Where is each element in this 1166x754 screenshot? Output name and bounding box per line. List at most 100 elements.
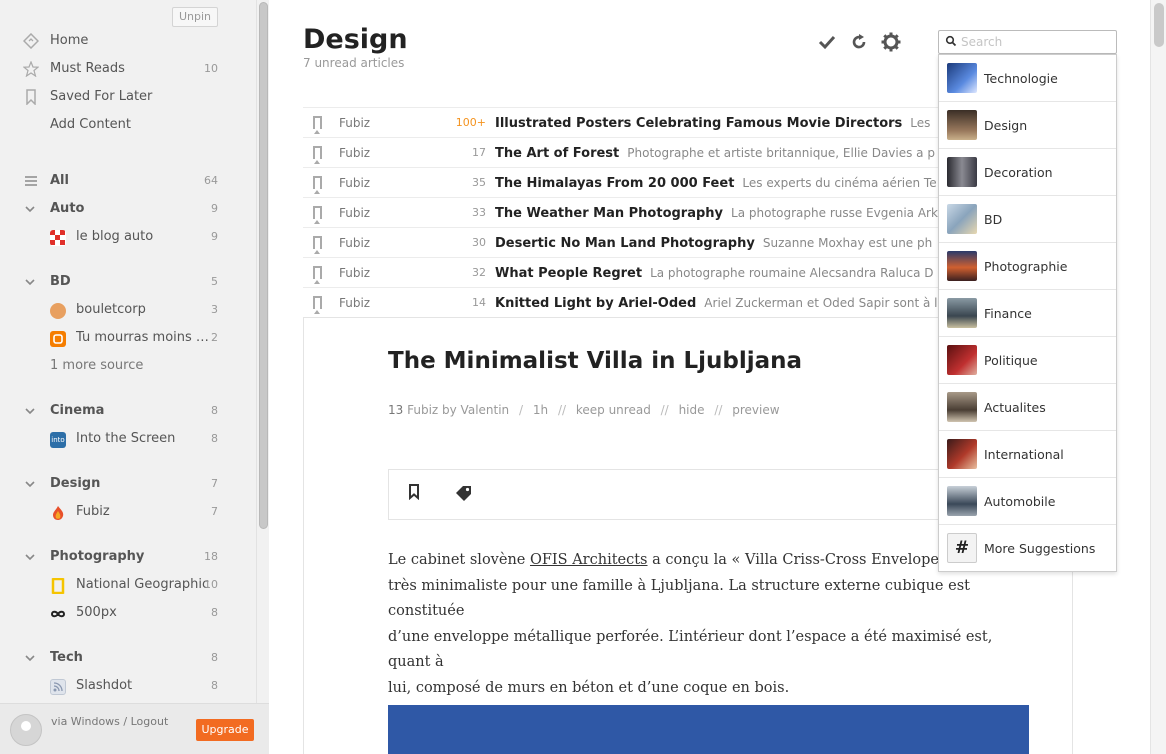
meta-separator: / <box>518 403 524 417</box>
more-sources-link[interactable]: 1 more source <box>0 354 230 378</box>
body-text: a conçu la « Villa Criss-Cross Envelope … <box>647 552 981 568</box>
logout-link[interactable]: via Windows / Logout <box>51 715 168 728</box>
source-bouletcorp[interactable]: bouletcorp 3 <box>0 298 230 322</box>
article-snippet: Les <box>910 116 931 130</box>
article-row[interactable]: Fubiz 35 The Himalayas From 20 000 Feet L… <box>303 167 938 197</box>
category-design[interactable]: Design 7 <box>0 472 230 496</box>
hashtag-icon: # <box>947 533 977 563</box>
upgrade-button[interactable]: Upgrade <box>196 719 254 741</box>
article-source: Fubiz <box>339 206 371 220</box>
article-count: 100+ <box>455 116 486 129</box>
source-into-the-screen[interactable]: into Into the Screen 8 <box>0 427 230 451</box>
article-snippet: La photographe russe Evgenia Ark <box>731 206 938 220</box>
source-national-geographic[interactable]: National Geographic 10 <box>0 573 230 597</box>
suggestion-photographie[interactable]: Photographie <box>939 243 1116 290</box>
suggestion-bd[interactable]: BD <box>939 196 1116 243</box>
avatar[interactable] <box>10 714 42 746</box>
bookmark-icon[interactable] <box>313 206 322 224</box>
suggestion-decoration[interactable]: Decoration <box>939 149 1116 196</box>
unpin-button[interactable]: Unpin <box>172 7 218 27</box>
source-slashdot[interactable]: Slashdot 8 <box>0 674 230 698</box>
nav-saved-for-later[interactable]: Saved For Later <box>0 85 230 109</box>
category-photography[interactable]: Photography 18 <box>0 545 230 569</box>
500px-favicon <box>50 606 66 622</box>
gear-icon[interactable] <box>880 32 902 54</box>
source-label: bouletcorp <box>76 302 146 317</box>
search-input[interactable] <box>961 34 1111 50</box>
article-row[interactable]: Fubiz 32 What People Regret La photograph… <box>303 257 938 287</box>
tag-icon[interactable] <box>453 484 475 506</box>
bookmark-icon[interactable] <box>313 296 322 314</box>
article-count: 33 <box>472 206 486 219</box>
nav-all[interactable]: All 64 <box>0 169 230 193</box>
category-tech[interactable]: Tech 8 <box>0 646 230 670</box>
bookmark-icon[interactable] <box>313 116 322 134</box>
category-cinema[interactable]: Cinema 8 <box>0 399 230 423</box>
suggestion-design[interactable]: Design <box>939 102 1116 149</box>
source-500px[interactable]: 500px 8 <box>0 601 230 625</box>
article-image <box>388 705 1029 754</box>
article-row[interactable]: Fubiz 33 The Weather Man Photography La p… <box>303 197 938 227</box>
main-scrollbar[interactable] <box>1150 0 1166 754</box>
preview-link[interactable]: preview <box>732 403 779 417</box>
article-row[interactable]: Fubiz 17 The Art of Forest Photographe et… <box>303 137 938 167</box>
suggestion-finance[interactable]: Finance <box>939 290 1116 337</box>
bookmark-icon[interactable] <box>313 176 322 194</box>
category-label: Cinema <box>50 403 105 418</box>
article-count: 30 <box>472 236 486 249</box>
unread-count: 8 <box>211 606 218 619</box>
suggestion-thumbnail <box>947 345 977 375</box>
body-text: Le cabinet slovène <box>388 552 530 568</box>
suggestion-international[interactable]: International <box>939 431 1116 478</box>
refresh-icon[interactable] <box>848 32 870 54</box>
hide-link[interactable]: hide <box>679 403 705 417</box>
more-suggestions[interactable]: # More Suggestions <box>939 525 1116 572</box>
ofis-architects-link[interactable]: OFIS Architects <box>530 552 648 568</box>
category-auto[interactable]: Auto 9 <box>0 197 230 221</box>
suggestion-label: International <box>984 447 1064 462</box>
suggestion-label: Decoration <box>984 165 1053 180</box>
save-bookmark-icon[interactable] <box>403 484 425 506</box>
category-bd[interactable]: BD 5 <box>0 270 230 294</box>
search-icon <box>945 35 957 50</box>
sidebar-scrollbar-thumb[interactable] <box>259 2 268 529</box>
source-label: Tu mourras moins b... <box>76 330 216 345</box>
main-scrollbar-thumb[interactable] <box>1154 3 1164 47</box>
bookmark-icon[interactable] <box>313 236 322 254</box>
source-tu-mourras-moins-bete[interactable]: Tu mourras moins b... 2 <box>0 326 230 350</box>
article-snippet: Suzanne Moxhay est une ph <box>762 236 933 250</box>
suggestion-label: BD <box>984 212 1003 227</box>
sidebar-scrollbar[interactable] <box>256 0 269 703</box>
article-author-link[interactable]: Fubiz by Valentin <box>407 403 509 417</box>
bookmark-icon[interactable] <box>313 146 322 164</box>
unread-count: 18 <box>204 550 218 563</box>
source-label: National Geographic <box>76 577 210 592</box>
unread-count: 7 <box>211 505 218 518</box>
nav-add-content[interactable]: Add Content <box>0 113 230 137</box>
suggestion-automobile[interactable]: Automobile <box>939 478 1116 525</box>
article-row[interactable]: Fubiz 30 Desertic No Man Land Photograph… <box>303 227 938 257</box>
check-icon[interactable] <box>816 32 838 54</box>
suggestion-label: Design <box>984 118 1028 133</box>
suggestion-politique[interactable]: Politique <box>939 337 1116 384</box>
keep-unread-link[interactable]: keep unread <box>576 403 651 417</box>
article-heading[interactable]: The Minimalist Villa in Ljubljana <box>388 348 802 374</box>
search-box <box>938 30 1117 54</box>
unread-count: 9 <box>211 202 218 215</box>
source-le-blog-auto[interactable]: le blog auto 9 <box>0 225 230 249</box>
nav-label: Must Reads <box>50 61 125 76</box>
article-source: Fubiz <box>339 176 371 190</box>
source-fubiz[interactable]: Fubiz 7 <box>0 500 230 524</box>
article-source: Fubiz <box>339 296 371 310</box>
article-row[interactable]: Fubiz 14 Knitted Light by Ariel-Oded Arie… <box>303 287 938 317</box>
article-source: Fubiz <box>339 146 371 160</box>
nav-home[interactable]: Home <box>0 29 230 53</box>
nav-must-reads[interactable]: Must Reads 10 <box>0 57 230 81</box>
suggestion-actualites[interactable]: Actualites <box>939 384 1116 431</box>
suggestion-technologie[interactable]: Technologie <box>939 55 1116 102</box>
bookmark-icon[interactable] <box>313 266 322 284</box>
unread-count: 5 <box>211 275 218 288</box>
article-row[interactable]: Fubiz 100+ Illustrated Posters Celebrati… <box>303 107 938 137</box>
article-engagement: 13 <box>388 403 404 417</box>
article-meta: 13 Fubiz by Valentin / 1h // keep unread… <box>388 403 780 417</box>
